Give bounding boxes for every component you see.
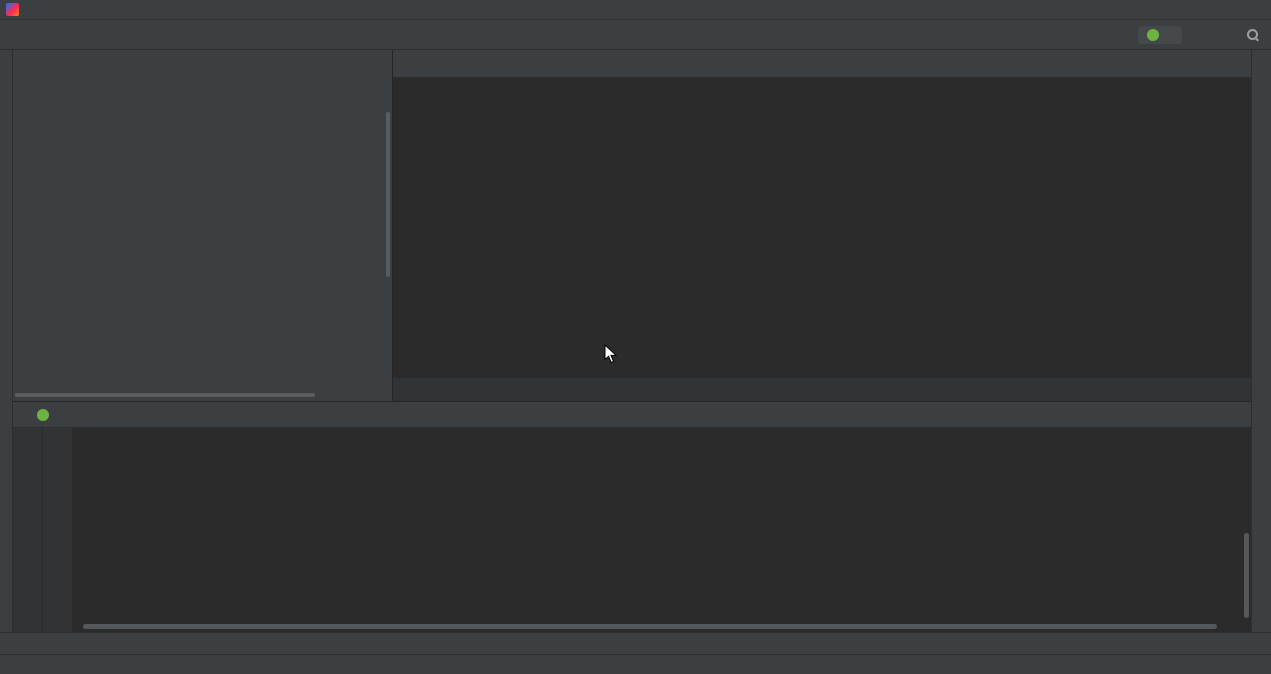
left-tool-stripe (0, 50, 13, 632)
run-toolbar (13, 428, 43, 632)
run-tab[interactable] (31, 408, 70, 421)
console-horizontal-scrollbar[interactable] (83, 624, 1217, 629)
console-toolbar (43, 428, 73, 632)
console-output[interactable] (73, 428, 1251, 632)
run-tool-window (13, 401, 1251, 632)
spring-boot-icon (37, 408, 49, 421)
ide-window (0, 0, 1271, 674)
run-config-select[interactable] (1138, 25, 1182, 44)
nav-toolbar (1125, 25, 1259, 44)
editor-tabs (393, 50, 1251, 78)
run-panel-body (13, 428, 1251, 632)
project-panel-header (13, 50, 392, 78)
project-tool-window (13, 50, 393, 401)
editor-breadcrumb (393, 377, 1251, 401)
project-vertical-scrollbar[interactable] (386, 112, 390, 277)
run-panel-header (13, 402, 1251, 428)
search-icon[interactable] (1247, 28, 1259, 41)
navigation-bar (0, 20, 1271, 50)
tool-window-bar (0, 632, 1271, 654)
spring-boot-icon (1147, 28, 1159, 41)
project-tree (13, 78, 392, 401)
right-tool-stripe (1251, 50, 1271, 632)
status-bar (0, 654, 1271, 674)
code-editor[interactable] (393, 78, 1251, 377)
console-vertical-scrollbar[interactable] (1244, 533, 1249, 618)
title-bar (0, 0, 1271, 20)
app-logo-icon (6, 3, 19, 16)
project-horizontal-scrollbar[interactable] (15, 393, 315, 397)
